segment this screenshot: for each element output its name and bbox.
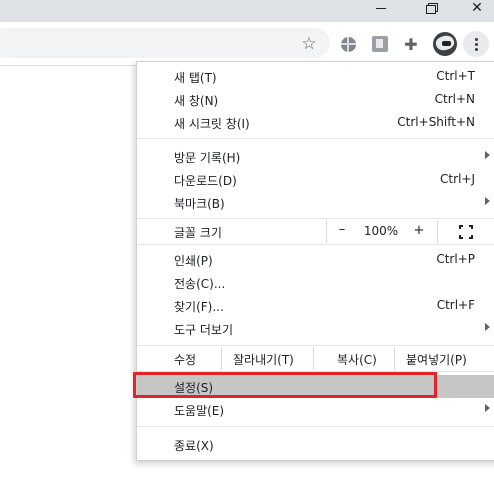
menu-separator [137, 138, 494, 139]
settings-highlight-annotation [133, 372, 437, 398]
menu-item-shortcut: Ctrl+N [434, 92, 475, 106]
menu-item-find[interactable]: 찾기(F)... Ctrl+F [137, 294, 494, 317]
address-bar[interactable] [0, 28, 330, 58]
menu-item-shortcut: Ctrl+P [436, 252, 475, 266]
menu-separator [137, 244, 494, 245]
extension-globe-icon[interactable] [338, 34, 358, 54]
menu-item-label: 새 탭(T) [174, 71, 217, 85]
fullscreen-icon[interactable] [459, 225, 473, 239]
minimize-icon [376, 7, 386, 9]
browser-toolbar: ☆ ✚ [0, 22, 494, 66]
minimize-button[interactable] [366, 0, 396, 16]
menu-item-label: 도움말(E) [174, 404, 225, 418]
menu-item-label: 전송(C)... [174, 277, 226, 291]
menu-item-label: 찾기(F)... [174, 300, 224, 314]
title-bar: ✕ [0, 0, 494, 22]
menu-item-label: 도구 더보기 [174, 323, 234, 337]
menu-item-bookmarks[interactable]: 북마크(B) [137, 191, 494, 214]
menu-item-help[interactable]: 도움말(E) [137, 398, 494, 421]
profile-avatar[interactable] [432, 31, 458, 57]
menu-item-more-tools[interactable]: 도구 더보기 [137, 317, 494, 340]
menu-item-label: 인쇄(P) [174, 254, 213, 268]
cut-button[interactable]: 잘라내기(T) [233, 351, 294, 368]
menu-item-exit[interactable]: 종료(X) [137, 433, 494, 456]
chrome-main-menu: 새 탭(T) Ctrl+T 새 창(N) Ctrl+N 새 시크릿 창(I) C… [136, 61, 494, 461]
paste-button[interactable]: 붙여넣기(P) [406, 351, 467, 368]
menu-separator [137, 345, 494, 346]
zoom-out-button[interactable]: – [327, 222, 357, 237]
menu-item-shortcut: Ctrl+J [440, 172, 475, 186]
extensions-puzzle-icon[interactable]: ✚ [401, 34, 421, 54]
edit-label: 수정 [174, 353, 197, 367]
restore-icon [425, 3, 438, 14]
menu-item-shortcut: Ctrl+T [436, 69, 475, 83]
menu-item-label: 방문 기록(H) [174, 151, 241, 165]
menu-item-new-incognito-window[interactable]: 새 시크릿 창(I) Ctrl+Shift+N [137, 111, 494, 134]
menu-zoom-row: 글꼴 크기 – 100% + [137, 220, 494, 243]
extension-app-icon[interactable] [370, 34, 390, 54]
submenu-arrow-icon [485, 323, 490, 331]
menu-item-shortcut: Ctrl+Shift+N [397, 115, 475, 129]
more-menu-button[interactable] [463, 31, 489, 57]
bookmark-star-icon[interactable]: ☆ [299, 34, 319, 54]
submenu-arrow-icon [485, 151, 490, 159]
copy-button[interactable]: 복사(C) [337, 351, 377, 368]
menu-item-downloads[interactable]: 다운로드(D) Ctrl+J [137, 168, 494, 191]
menu-item-print[interactable]: 인쇄(P) Ctrl+P [137, 248, 494, 271]
menu-separator [137, 426, 494, 427]
close-button[interactable]: ✕ [462, 0, 492, 16]
menu-item-shortcut: Ctrl+F [436, 298, 475, 312]
menu-vertical-divider [394, 347, 395, 370]
menu-item-cast[interactable]: 전송(C)... [137, 271, 494, 294]
menu-edit-row: 수정 잘라내기(T) 복사(C) 붙여넣기(P) [137, 347, 494, 370]
menu-vertical-divider [313, 347, 314, 370]
zoom-level: 100% [363, 224, 399, 238]
submenu-arrow-icon [485, 404, 490, 412]
menu-vertical-divider [437, 220, 438, 243]
close-icon: ✕ [471, 0, 483, 16]
menu-item-label: 종료(X) [174, 439, 214, 453]
menu-item-label: 다운로드(D) [174, 174, 237, 188]
menu-separator [137, 218, 494, 219]
menu-item-label: 새 창(N) [174, 94, 219, 108]
menu-item-new-tab[interactable]: 새 탭(T) Ctrl+T [137, 65, 494, 88]
submenu-arrow-icon [485, 197, 490, 205]
menu-item-new-window[interactable]: 새 창(N) Ctrl+N [137, 88, 494, 111]
zoom-label: 글꼴 크기 [174, 226, 222, 240]
menu-item-label: 새 시크릿 창(I) [174, 117, 250, 131]
zoom-in-button[interactable]: + [407, 223, 431, 238]
menu-item-label: 북마크(B) [174, 197, 225, 211]
menu-vertical-divider [221, 347, 222, 370]
menu-item-history[interactable]: 방문 기록(H) [137, 145, 494, 168]
restore-button[interactable] [416, 0, 446, 16]
